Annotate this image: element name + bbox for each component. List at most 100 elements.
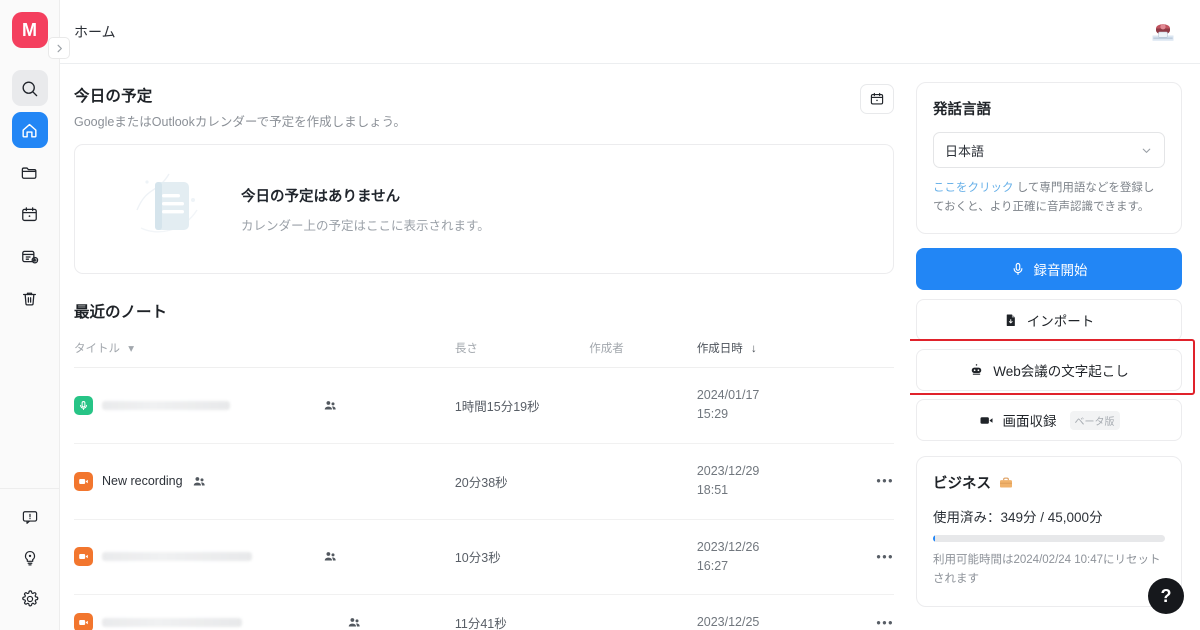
notes-table-head: タイトル ▾ 長さ 作成者 作成日時 ↓ — [74, 340, 894, 368]
home-icon — [20, 121, 39, 140]
people-icon — [323, 398, 338, 413]
question-mark-icon: ? — [1160, 585, 1172, 606]
gear-icon — [21, 590, 39, 608]
start-recording-button[interactable]: 録音開始 — [916, 248, 1182, 291]
cell-length: 10分3秒 — [454, 519, 590, 596]
redacted-title — [102, 552, 252, 562]
feedback-icon — [21, 508, 39, 526]
screen-record-button[interactable]: 画面収録 ベータ版 — [916, 399, 1182, 442]
cell-created: 2024/01/17 15:29 — [696, 367, 843, 444]
empty-state-title: 今日の予定はありません — [241, 188, 401, 205]
import-button[interactable]: インポート — [916, 299, 1182, 342]
column-label-title: タイトル — [74, 343, 120, 355]
left-pane: 今日の予定 GoogleまたはOutlookカレンダーで予定を作成しましょう。 — [60, 64, 910, 630]
note-title-group — [74, 613, 455, 630]
business-plan-card: ビジネス 使用済み：349分 / 45,000分 利用可能時間は2024/02/… — [916, 456, 1182, 608]
created-date-group: 2023/12/29 18:51 — [697, 462, 843, 501]
web-meeting-transcribe-button[interactable]: Web会議の文字起こし — [916, 349, 1182, 392]
language-card: 発話言語 日本語 ここをクリック して専門用語などを登録しておくと、より正確に音… — [916, 82, 1182, 235]
microphone-icon — [1011, 262, 1025, 276]
table-row[interactable]: 1時間15分19秒 2024/01/17 15:29 — [74, 367, 894, 444]
people-icon — [192, 474, 207, 489]
glossary-link[interactable]: ここをクリック — [933, 182, 1014, 194]
usage-progress-bar — [933, 535, 1165, 543]
audio-note-icon — [74, 395, 93, 415]
connect-calendar-button[interactable] — [860, 84, 894, 114]
arrow-down-icon: ↓ — [751, 343, 757, 355]
people-icon — [347, 615, 362, 630]
top-bar-right — [1148, 16, 1178, 47]
schedule-title: 今日の予定 — [74, 88, 153, 105]
cell-created: 2023/12/29 18:51 — [696, 443, 843, 520]
language-selected-value: 日本語 — [945, 143, 985, 159]
column-header-title[interactable]: タイトル ▾ — [74, 340, 455, 368]
table-row[interactable]: New recording 20分38秒 2023/12/29 18:51 ••… — [74, 443, 894, 520]
cell-created: 2023/12/25 — [696, 594, 843, 630]
sidebar-item-idea[interactable] — [12, 540, 48, 576]
note-title: New recording — [102, 474, 183, 489]
cell-owner — [589, 594, 697, 630]
sidebar-item-trash[interactable] — [12, 280, 48, 316]
top-bar: ホーム — [60, 0, 1200, 64]
schedule-heading-group: 今日の予定 GoogleまたはOutlookカレンダーで予定を作成しましょう。 — [74, 84, 406, 130]
screen-record-label: 画面収録 — [1002, 414, 1057, 430]
column-header-owner[interactable]: 作成者 — [589, 340, 697, 368]
workspace-initial: M — [22, 19, 37, 40]
folder-icon — [20, 163, 39, 182]
trash-icon — [20, 289, 39, 308]
created-date-group: 2023/12/25 — [697, 613, 843, 630]
video-note-icon — [74, 471, 93, 491]
app-root: M ホーム 今日の予定 GoogleまたはOutlookカレンダーで予定を作成し… — [0, 0, 1200, 630]
table-row[interactable]: 10分3秒 2023/12/26 16:27 ••• — [74, 519, 894, 596]
idea-icon — [21, 549, 39, 567]
row-menu-button[interactable] — [842, 367, 894, 444]
created-date-group: 2023/12/26 16:27 — [697, 538, 843, 577]
cell-length: 11分41秒 — [454, 594, 590, 630]
row-menu-button[interactable]: ••• — [842, 519, 894, 596]
cell-title[interactable] — [74, 594, 455, 630]
cell-created: 2023/12/26 16:27 — [696, 519, 843, 596]
schedule-header: 今日の予定 GoogleまたはOutlookカレンダーで予定を作成しましょう。 — [74, 84, 894, 130]
cell-title[interactable] — [74, 519, 455, 596]
avatar[interactable] — [1148, 16, 1178, 47]
column-header-length[interactable]: 長さ — [454, 340, 590, 368]
cell-length: 20分38秒 — [454, 443, 590, 520]
sidebar-collapse-toggle[interactable] — [48, 37, 70, 59]
sidebar-item-calendar-add[interactable] — [12, 238, 48, 274]
notes-table-body: 1時間15分19秒 2024/01/17 15:29 New recording… — [74, 367, 894, 630]
column-label-length: 長さ — [454, 343, 478, 355]
sidebar-item-home[interactable] — [11, 112, 48, 148]
created-date: 2023/12/26 — [696, 539, 760, 554]
empty-state-text: 今日の予定はありません カレンダー上の予定はここに表示されます。 — [241, 185, 490, 234]
language-select[interactable]: 日本語 — [933, 132, 1165, 168]
user-avatar-illustration — [1149, 17, 1177, 46]
help-button[interactable]: ? — [1148, 578, 1184, 614]
row-menu-button[interactable]: ••• — [842, 594, 894, 630]
row-menu-button[interactable]: ••• — [842, 443, 894, 520]
sidebar-item-feedback[interactable] — [12, 499, 48, 535]
cell-title[interactable] — [74, 367, 455, 444]
created-time: 16:27 — [696, 558, 729, 573]
language-card-title: 発話言語 — [933, 102, 991, 118]
cell-owner — [589, 367, 697, 444]
sidebar-item-settings[interactable] — [12, 581, 48, 617]
recent-notes-table: タイトル ▾ 長さ 作成者 作成日時 ↓ 1時間15分19秒 2024/01/1… — [74, 340, 894, 630]
business-card-header: ビジネス — [933, 472, 1165, 493]
briefcase-icon — [998, 475, 1014, 491]
usage-reset-note: 利用可能時間は2024/02/24 10:47にリセットされます — [933, 554, 1161, 586]
cell-title[interactable]: New recording — [74, 443, 455, 520]
action-button-stack: 録音開始 インポート Web会議の文字起こし 画面収録 ベータ版 — [910, 248, 1195, 442]
schedule-subtitle: GoogleまたはOutlookカレンダーで予定を作成しましょう。 — [74, 115, 406, 129]
sidebar-item-search[interactable] — [11, 70, 48, 106]
sidebar-item-calendar[interactable] — [12, 196, 48, 232]
table-row[interactable]: 11分41秒 2023/12/25 ••• — [74, 594, 894, 630]
search-icon — [20, 79, 39, 98]
workspace-avatar[interactable]: M — [11, 12, 48, 48]
video-note-icon — [74, 547, 93, 567]
note-title-group — [74, 395, 455, 415]
sidebar-item-folders[interactable] — [12, 154, 48, 190]
column-header-created[interactable]: 作成日時 ↓ — [696, 340, 843, 368]
empty-state-subtitle: カレンダー上の予定はここに表示されます。 — [241, 218, 490, 233]
created-date: 2023/12/29 — [696, 463, 760, 478]
import-label: インポート — [1026, 314, 1095, 330]
